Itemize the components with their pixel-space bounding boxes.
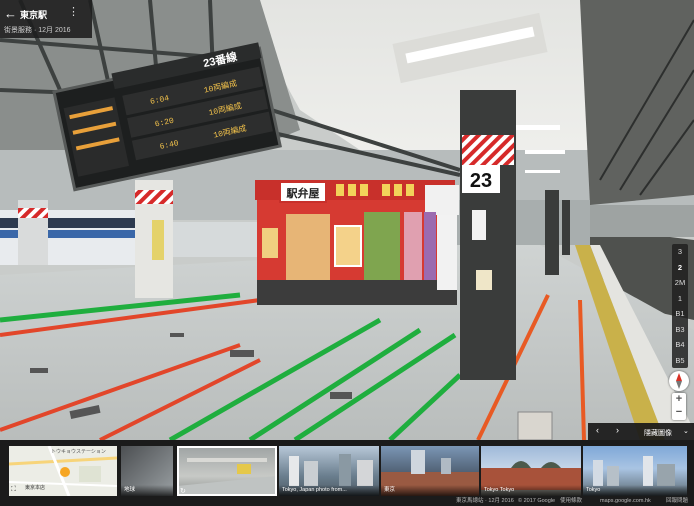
thumbnail-caption: Tokyo — [583, 485, 687, 496]
photo-thumbnail-selected[interactable]: ↻ — [177, 446, 277, 496]
floor-item-2m[interactable]: 2M — [672, 275, 688, 291]
floor-item-b3[interactable]: B3 — [672, 322, 688, 338]
chevron-left-icon[interactable]: ‹ — [596, 426, 599, 435]
panorama-icon: ↻ — [180, 488, 186, 495]
place-title[interactable]: 東京駅 — [20, 8, 47, 21]
compass-icon[interactable] — [669, 371, 689, 391]
thumbnail-caption: Tokyo Tokyo — [481, 485, 581, 496]
floor-item-3[interactable]: 3 — [672, 244, 688, 260]
floor-item-b4[interactable]: B4 — [672, 337, 688, 353]
map-label-store: 東京本店 — [25, 485, 46, 491]
thumbnail-caption: 地球 — [121, 485, 173, 496]
floor-item-b5[interactable]: B5 — [672, 353, 688, 369]
maps-url: maps.google.com.hk — [600, 498, 651, 504]
photo-thumbnail[interactable]: Tokyo — [583, 446, 687, 496]
zoom-out-button[interactable]: − — [672, 406, 686, 419]
photo-thumbnail[interactable]: 地球 — [121, 446, 173, 496]
thumbnail-caption: 東京 — [381, 485, 479, 496]
arrow-back-icon[interactable]: ← — [4, 7, 17, 20]
chevron-right-icon[interactable]: › — [616, 426, 619, 435]
photo-thumbnail[interactable]: Tokyo Tokyo — [481, 446, 581, 496]
hide-images-button[interactable]: 隱藏圖像 — [644, 428, 672, 438]
chevron-down-icon[interactable]: ⌄ — [683, 427, 689, 435]
footer-copyright: © 2017 Google — [518, 498, 556, 504]
footer: 東京馬總站 · 12月 2016 © 2017 Google 使用條款 maps… — [0, 496, 694, 506]
thumbnail-caption: Tokyo, Japan photo from... — [279, 485, 379, 496]
floor-selector: 3 2 2M 1 B1 B3 B4 B5 — [672, 244, 688, 368]
image-strip-toolbar: ‹ › 隱藏圖像 ⌄ — [588, 423, 694, 440]
platform-number-sign: 23 — [470, 170, 492, 192]
floor-item-2[interactable]: 2 — [672, 260, 688, 276]
more-vert-icon[interactable]: ⋮ — [68, 7, 79, 18]
map-label-station: トウキョウステーション — [51, 449, 106, 455]
street-view-panorama[interactable]: 23番線 6:04 10両編成 6:20 10両編成 6:40 10両編成 駅弁… — [0, 0, 694, 440]
photo-thumbnail[interactable]: Tokyo, Japan photo from... — [279, 446, 379, 496]
capture-date: 街景服務 · 12月 2016 — [4, 27, 71, 34]
report-problem-link[interactable]: 回報問題 — [666, 496, 688, 506]
zoom-in-button[interactable]: + — [672, 393, 686, 406]
expand-icon[interactable]: ⛶ — [11, 486, 16, 494]
floor-item-1[interactable]: 1 — [672, 291, 688, 307]
photo-thumbnail[interactable]: 東京 — [381, 446, 479, 496]
map-thumbnail[interactable]: トウキョウステーション 東京本店 ⛶ — [9, 446, 117, 496]
terms-link[interactable]: 使用條款 — [560, 496, 582, 506]
place-card: ← 東京駅 ⋮ 街景服務 · 12月 2016 — [0, 0, 92, 38]
image-strip: トウキョウステーション 東京本店 ⛶ 地球 ↻ Tokyo, Japan pho… — [0, 440, 694, 496]
kiosk-sign: 駅弁屋 — [286, 186, 320, 200]
zoom-control: + − — [672, 393, 686, 420]
floor-item-b1[interactable]: B1 — [672, 306, 688, 322]
footer-date: 東京馬總站 · 12月 2016 — [456, 498, 514, 504]
